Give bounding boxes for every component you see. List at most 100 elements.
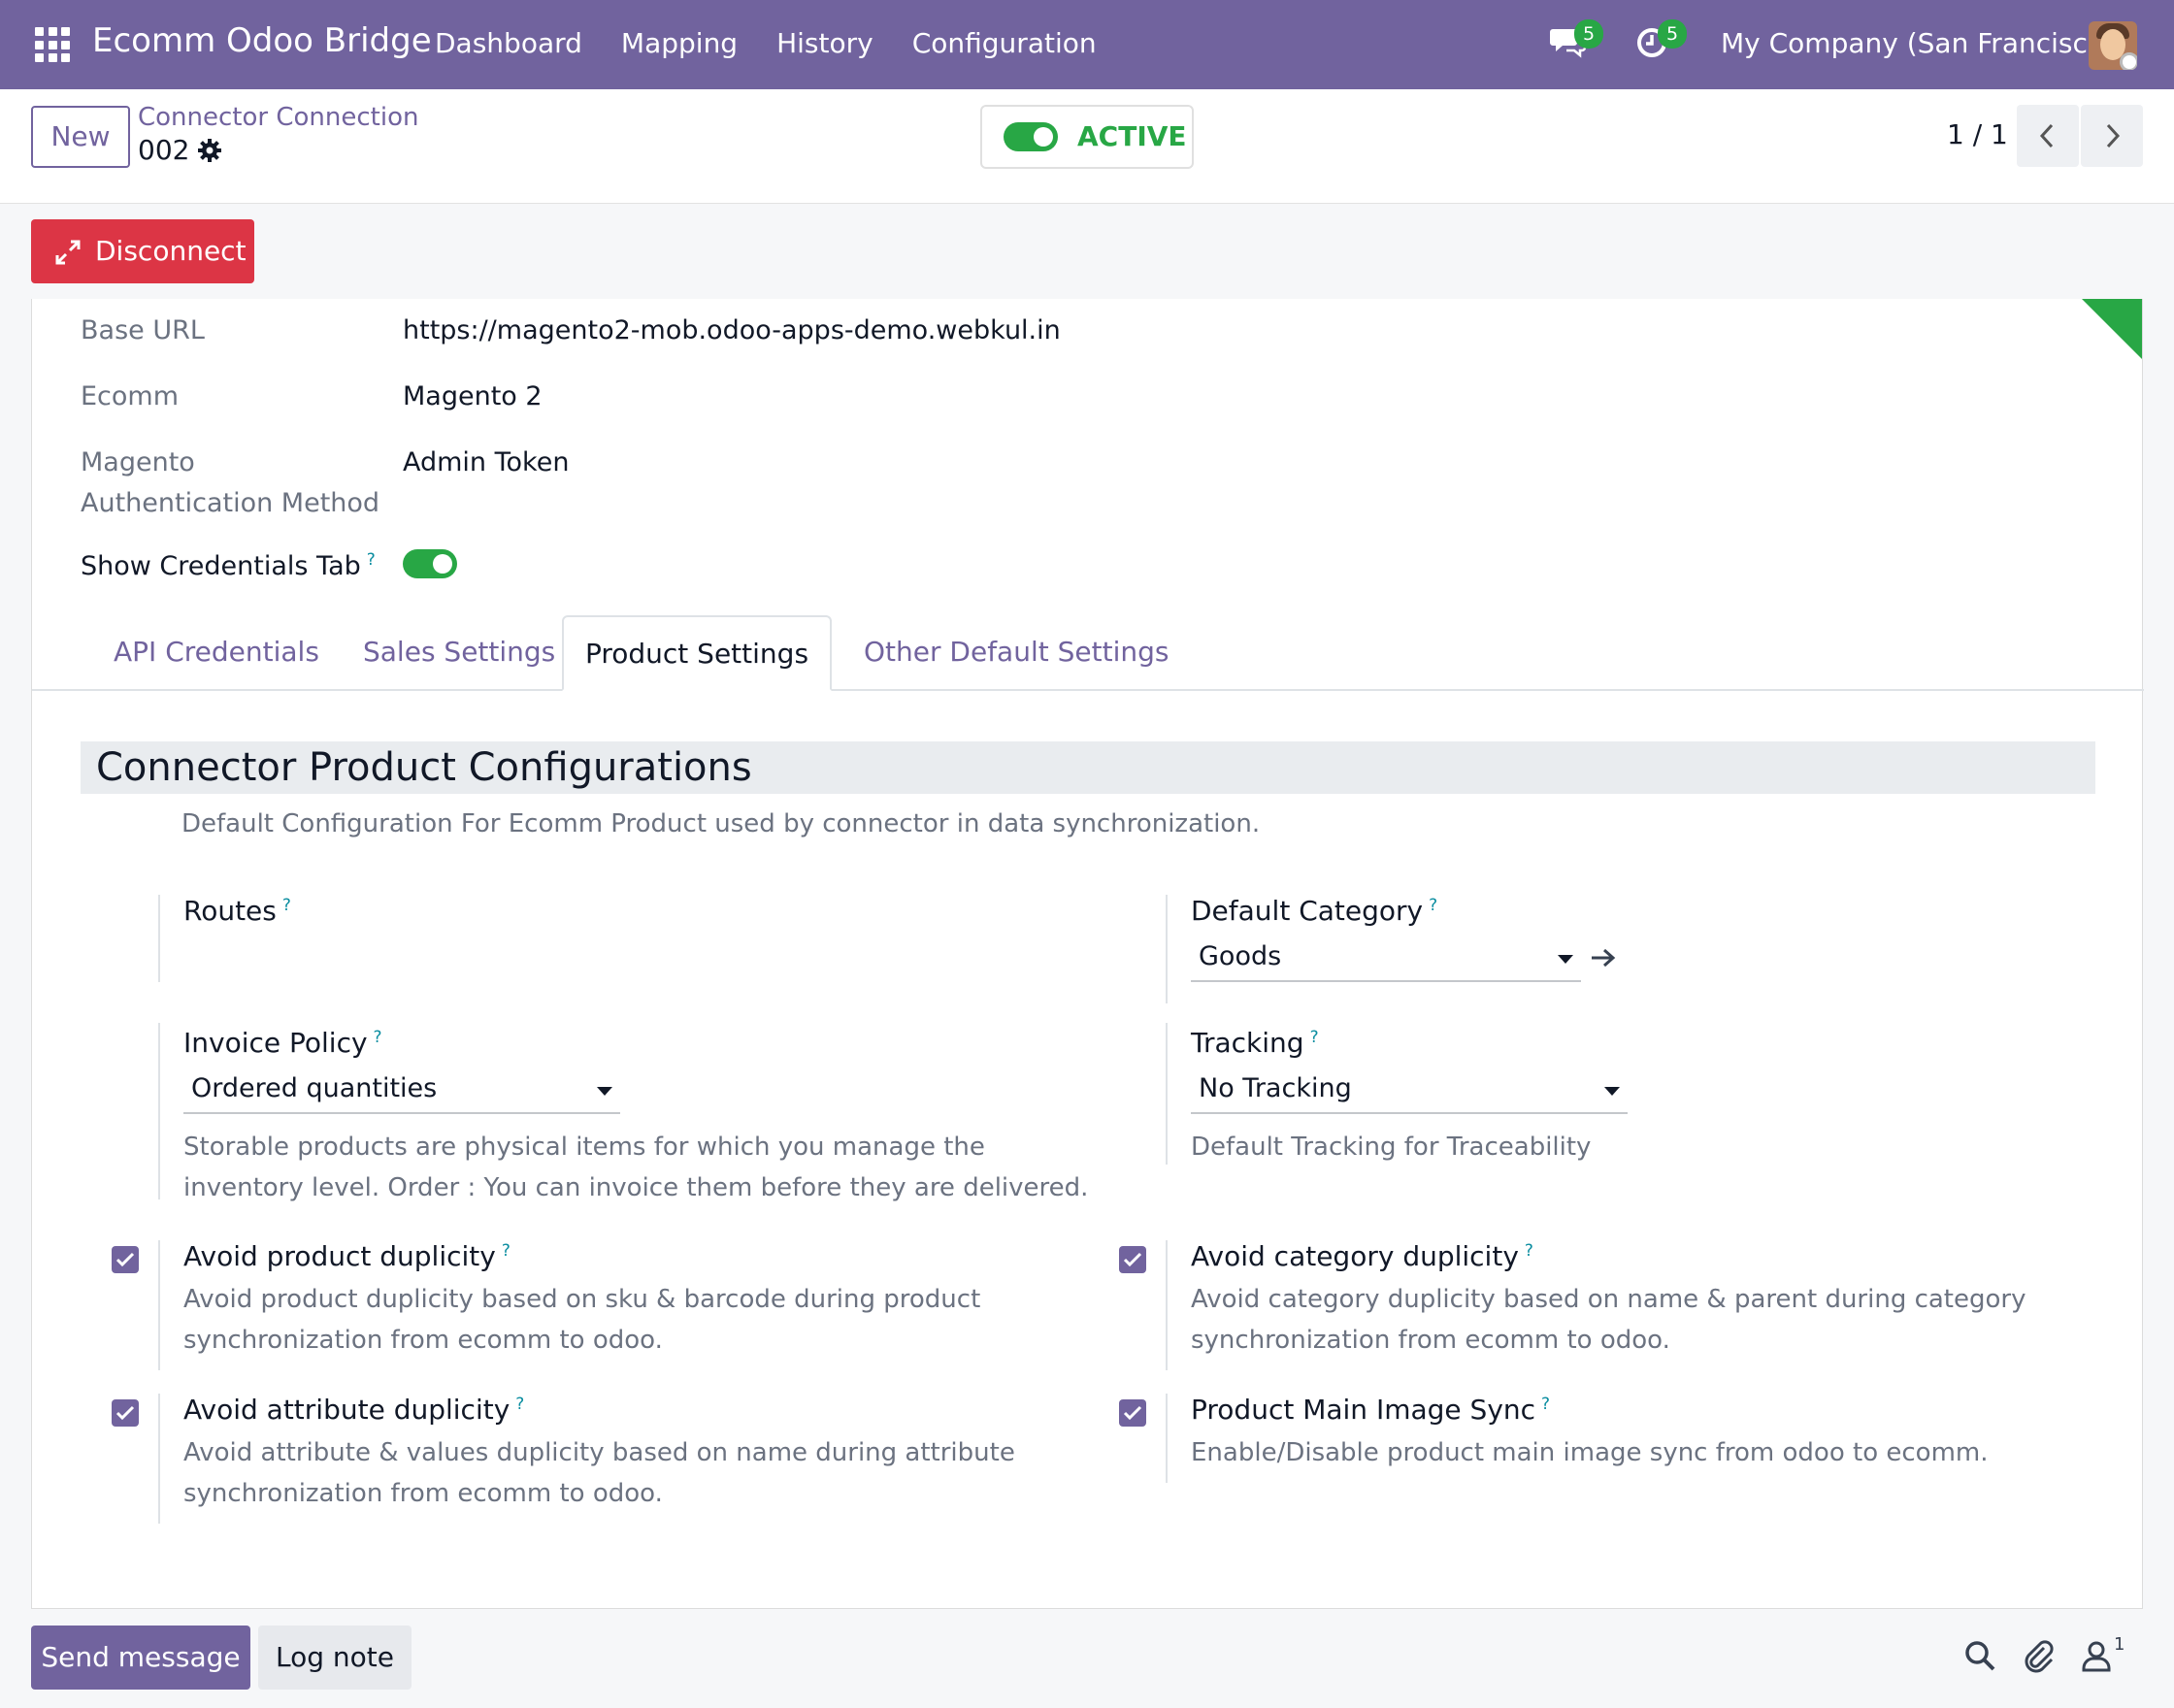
tracking-label: Tracking? <box>1191 1027 1319 1059</box>
tab-other-default-settings[interactable]: Other Default Settings <box>864 615 1169 691</box>
divider <box>1166 895 1168 1003</box>
ecomm-label: Ecomm <box>81 381 180 411</box>
chevron-down-icon <box>597 1087 612 1096</box>
avoid-product-duplicity-label: Avoid product duplicity? <box>183 1240 511 1272</box>
breadcrumb[interactable]: Connector Connection <box>138 103 418 132</box>
status-ribbon <box>2082 299 2142 359</box>
active-toggle[interactable] <box>1004 122 1058 151</box>
gear-icon[interactable] <box>197 138 222 163</box>
notebook-tabs: API Credentials Sales Settings Product S… <box>32 615 2144 691</box>
followers-count: 1 <box>2114 1634 2125 1655</box>
avoid-category-duplicity-desc-line1: Avoid category duplicity based on name &… <box>1191 1285 2026 1314</box>
tab-api-credentials[interactable]: API Credentials <box>114 615 319 691</box>
tab-product-settings[interactable]: Product Settings <box>562 615 832 691</box>
record-name: 002 <box>138 134 190 166</box>
base-url-value[interactable]: https://magento2-mob.odoo-apps-demo.webk… <box>403 311 1061 351</box>
divider <box>1166 1394 1168 1483</box>
main-menu: Dashboard Mapping History Configuration <box>435 27 1136 59</box>
avoid-product-duplicity-desc-line1: Avoid product duplicity based on sku & b… <box>183 1285 981 1314</box>
avoid-attribute-duplicity-label: Avoid attribute duplicity? <box>183 1394 524 1426</box>
chevron-down-icon <box>1604 1087 1620 1096</box>
tracking-label-text: Tracking <box>1191 1027 1304 1059</box>
menu-mapping[interactable]: Mapping <box>621 27 738 59</box>
invoice-policy-select[interactable]: Ordered quantities <box>183 1068 620 1114</box>
help-icon[interactable]: ? <box>1525 1241 1533 1261</box>
avoid-category-duplicity-checkbox[interactable] <box>1119 1246 1146 1273</box>
show-credentials-label: Show Credentials Tab? <box>81 540 376 587</box>
menu-history[interactable]: History <box>776 27 873 59</box>
tracking-select[interactable]: No Tracking <box>1191 1068 1628 1114</box>
divider <box>158 1394 160 1524</box>
invoice-policy-desc-line1: Storable products are physical items for… <box>183 1133 985 1162</box>
followers-icon[interactable] <box>2079 1638 2118 1677</box>
avoid-product-duplicity-checkbox[interactable] <box>112 1246 139 1273</box>
show-credentials-text: Show Credentials Tab <box>81 551 361 581</box>
auth-method-label-line1: Magento <box>81 447 195 477</box>
default-category-value: Goods <box>1199 941 1282 971</box>
company-switcher[interactable]: My Company (San Francisco) <box>1721 27 2115 59</box>
internal-link-arrow-icon[interactable] <box>1589 947 1618 972</box>
avoid-attribute-duplicity-checkbox[interactable] <box>112 1399 139 1427</box>
product-main-image-sync-text: Product Main Image Sync <box>1191 1394 1536 1426</box>
chevron-down-icon <box>1558 955 1573 964</box>
menu-dashboard[interactable]: Dashboard <box>435 27 582 59</box>
default-category-label: Default Category? <box>1191 895 1437 927</box>
help-icon[interactable]: ? <box>1429 896 1437 915</box>
pager-previous-button[interactable] <box>2017 105 2079 167</box>
user-avatar[interactable] <box>2089 21 2137 70</box>
avoid-category-duplicity-label: Avoid category duplicity? <box>1191 1240 1533 1272</box>
help-icon[interactable]: ? <box>502 1241 511 1261</box>
disconnect-button[interactable]: Disconnect <box>31 219 254 283</box>
activities-clock-icon[interactable]: 5 <box>1632 19 1687 68</box>
invoice-policy-desc-line2: inventory level. Order : You can invoice… <box>183 1173 1089 1202</box>
section-title: Connector Product Configurations <box>96 745 752 790</box>
top-navbar: Ecomm Odoo Bridge Dashboard Mapping Hist… <box>0 0 2174 89</box>
pager-value[interactable]: 1 / 1 <box>1947 118 2008 150</box>
routes-label-text: Routes <box>183 895 277 927</box>
expand-arrows-icon <box>55 240 81 265</box>
apps-menu-icon[interactable] <box>35 27 70 62</box>
active-status-button[interactable]: ACTIVE <box>980 105 1194 169</box>
tracking-value: No Tracking <box>1199 1073 1352 1103</box>
avoid-attribute-duplicity-text: Avoid attribute duplicity <box>183 1394 511 1426</box>
control-panel: New Connector Connection 002 ACTIVE 1 / … <box>0 89 2174 204</box>
help-icon[interactable]: ? <box>367 550 376 570</box>
help-icon[interactable]: ? <box>1541 1395 1550 1414</box>
presence-status-icon <box>2120 52 2137 70</box>
divider <box>1166 1023 1168 1165</box>
product-main-image-sync-desc: Enable/Disable product main image sync f… <box>1191 1438 1989 1467</box>
help-icon[interactable]: ? <box>374 1028 382 1047</box>
tab-sales-settings[interactable]: Sales Settings <box>363 615 555 691</box>
divider <box>1166 1240 1168 1370</box>
avoid-attribute-duplicity-desc-line2: synchronization from ecomm to odoo. <box>183 1479 663 1508</box>
default-category-select[interactable]: Goods <box>1191 936 1581 982</box>
avoid-category-duplicity-text: Avoid category duplicity <box>1191 1240 1519 1272</box>
log-note-button[interactable]: Log note <box>258 1626 412 1690</box>
new-button[interactable]: New <box>31 106 130 168</box>
avoid-product-duplicity-text: Avoid product duplicity <box>183 1240 496 1272</box>
messages-icon[interactable]: 5 <box>1549 19 1603 68</box>
invoice-policy-label-text: Invoice Policy <box>183 1027 368 1059</box>
search-icon[interactable] <box>1962 1638 2001 1677</box>
section-description: Default Configuration For Ecomm Product … <box>181 809 1261 838</box>
help-icon[interactable]: ? <box>1310 1028 1319 1047</box>
invoice-policy-label: Invoice Policy? <box>183 1027 382 1059</box>
form-sheet: Base URL https://magento2-mob.odoo-apps-… <box>31 299 2144 1609</box>
divider <box>158 895 160 982</box>
routes-label: Routes? <box>183 895 291 927</box>
messages-badge: 5 <box>1574 19 1603 49</box>
divider <box>158 1023 160 1199</box>
pager-next-button[interactable] <box>2081 105 2143 167</box>
auth-method-value[interactable]: Admin Token <box>403 443 569 483</box>
menu-configuration[interactable]: Configuration <box>912 27 1097 59</box>
section-header: Connector Product Configurations <box>81 741 2095 794</box>
send-message-button[interactable]: Send message <box>31 1626 250 1690</box>
product-main-image-sync-checkbox[interactable] <box>1119 1399 1146 1427</box>
help-icon[interactable]: ? <box>282 896 291 915</box>
help-icon[interactable]: ? <box>515 1395 524 1414</box>
default-category-label-text: Default Category <box>1191 895 1424 927</box>
paperclip-icon[interactable] <box>2021 1638 2059 1677</box>
app-brand[interactable]: Ecomm Odoo Bridge <box>92 21 432 60</box>
ecomm-value[interactable]: Magento 2 <box>403 377 543 417</box>
show-credentials-toggle[interactable] <box>403 549 457 578</box>
